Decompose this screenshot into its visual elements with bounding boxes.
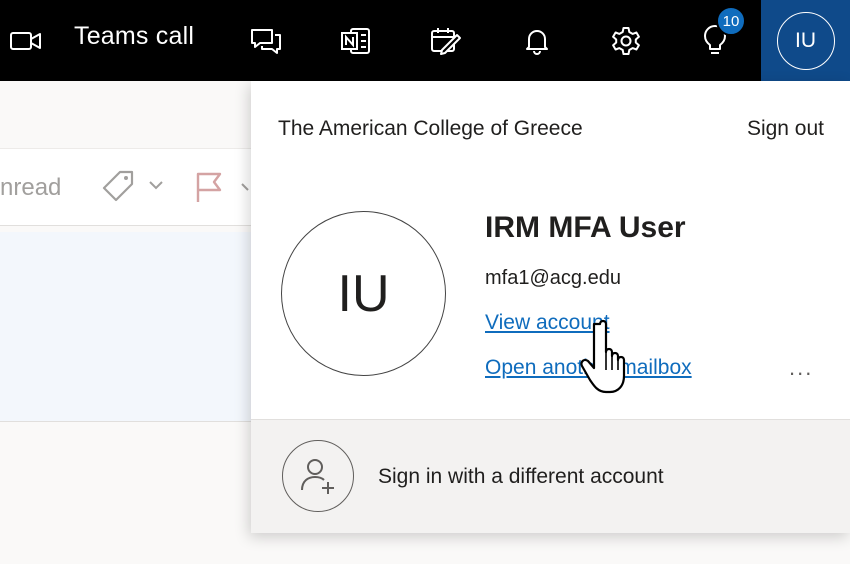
user-display-name: IRM MFA User [485,211,686,244]
mark-unread-button[interactable]: nread [0,174,61,202]
account-manager-button[interactable]: IU [761,0,850,81]
top-bar: Teams call 10 IU [0,0,850,81]
add-person-icon [282,440,354,512]
account-flyout: The American College of Greece Sign out … [251,81,850,533]
bell-icon[interactable] [517,0,557,81]
selected-message-row[interactable] [0,232,252,422]
notification-count-badge: 10 [716,6,746,36]
my-day-icon[interactable] [425,0,465,81]
organization-name: The American College of Greece [278,117,583,140]
video-camera-icon[interactable] [6,0,46,81]
avatar: IU [776,11,835,70]
profile-avatar[interactable]: IU [281,211,446,376]
onenote-icon[interactable] [336,0,376,81]
more-options-button[interactable]: ... [789,355,813,381]
teams-call-button[interactable]: Teams call [74,0,194,72]
different-account-section[interactable]: Sign in with a different account [251,419,850,533]
sign-in-different-account-link[interactable]: Sign in with a different account [378,465,664,489]
user-email: mfa1@acg.edu [485,267,621,289]
chat-icon[interactable] [246,0,286,81]
gear-icon[interactable] [606,0,646,81]
tag-icon[interactable] [100,168,166,211]
sign-out-link[interactable]: Sign out [747,117,824,141]
flag-icon[interactable] [192,170,252,211]
hand-pointer-cursor-icon [578,318,642,403]
